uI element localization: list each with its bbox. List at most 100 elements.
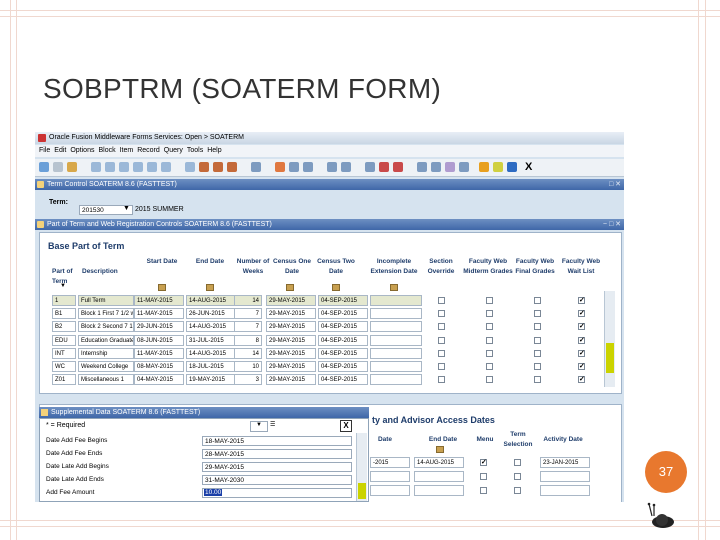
cell-incomplete[interactable]: [370, 295, 422, 306]
menu-tools[interactable]: Tools: [187, 147, 203, 154]
window-controls[interactable]: □ ✕: [609, 179, 621, 190]
checkbox-override[interactable]: [438, 297, 445, 304]
checkbox-wait[interactable]: [578, 376, 585, 384]
cell-incomplete[interactable]: [370, 321, 422, 333]
checkbox-override[interactable]: [438, 363, 445, 370]
cell-c1[interactable]: 29-MAY-2015: [266, 295, 316, 306]
help-icon[interactable]: [379, 162, 389, 172]
checkbox-wait[interactable]: [578, 349, 585, 357]
adv-start-date[interactable]: -2015: [370, 457, 410, 468]
supp-value-field[interactable]: 29-MAY-2015: [202, 462, 352, 472]
cell-desc[interactable]: Full Term: [78, 295, 134, 306]
menu-block[interactable]: Block: [98, 147, 115, 154]
checkbox-override[interactable]: [438, 310, 445, 318]
adv-empty-checkbox[interactable]: [480, 487, 487, 494]
close-icon[interactable]: X: [340, 420, 352, 432]
checkbox-mid[interactable]: [486, 363, 493, 370]
adv-empty-checkbox[interactable]: [514, 473, 521, 480]
adv-term-selection-checkbox[interactable]: [514, 459, 521, 466]
menu-item[interactable]: Item: [120, 147, 134, 154]
save-icon[interactable]: [39, 162, 49, 172]
adv-empty-cell[interactable]: [370, 485, 410, 496]
checkbox-wait[interactable]: [578, 336, 585, 344]
cell-desc[interactable]: Miscellaneous 1: [78, 374, 134, 386]
cell-start[interactable]: 11-MAY-2015: [134, 295, 184, 306]
dynamic-help-icon[interactable]: [417, 162, 427, 172]
info-circle-icon[interactable]: [507, 162, 517, 172]
cell-incomplete[interactable]: [370, 308, 422, 320]
cell-c1[interactable]: 29-MAY-2015: [266, 321, 316, 333]
cell-c2[interactable]: 04-SEP-2015: [318, 374, 368, 386]
insert-record-icon[interactable]: [91, 162, 101, 172]
clear-icon[interactable]: [227, 162, 237, 172]
checkbox-final[interactable]: [534, 363, 541, 370]
supplemental-scrollbar[interactable]: [356, 433, 367, 501]
export-icon[interactable]: [303, 162, 313, 172]
checkbox-mid[interactable]: [486, 336, 493, 344]
cell-end[interactable]: 31-JUL-2015: [186, 334, 236, 346]
grid-icon[interactable]: [199, 162, 209, 172]
cell-code[interactable]: INT: [52, 347, 76, 359]
checkbox-override[interactable]: [438, 336, 445, 344]
menu-options[interactable]: Options: [70, 147, 94, 154]
cell-code[interactable]: B2: [52, 321, 76, 333]
rollback-icon[interactable]: [53, 162, 63, 172]
cell-weeks[interactable]: 3: [234, 374, 262, 386]
checkbox-mid[interactable]: [486, 310, 493, 318]
checkbox-final[interactable]: [534, 323, 541, 331]
cell-start[interactable]: 08-JUN-2015: [134, 334, 184, 346]
rollup-icon[interactable]: [341, 162, 351, 172]
menu-query[interactable]: Query: [164, 147, 183, 154]
adv-menu-checkbox[interactable]: [480, 459, 487, 466]
window-controls[interactable]: − □ ✕: [603, 219, 621, 230]
previous-record-icon[interactable]: [119, 162, 129, 172]
cell-start[interactable]: 11-MAY-2015: [134, 347, 184, 359]
supp-value-field[interactable]: 18-MAY-2015: [202, 436, 352, 446]
cell-desc[interactable]: Block 1 First 7 1/2 w: [78, 308, 134, 320]
scrollbar-thumb[interactable]: [606, 343, 614, 373]
cell-c1[interactable]: 29-MAY-2015: [266, 334, 316, 346]
checkbox-mid[interactable]: [486, 349, 493, 357]
cell-end[interactable]: 26-JUN-2015: [186, 308, 236, 320]
cell-code[interactable]: Z01: [52, 374, 76, 386]
info-icon[interactable]: [431, 162, 441, 172]
cell-incomplete[interactable]: [370, 347, 422, 359]
folder-icon[interactable]: [459, 162, 469, 172]
cell-desc[interactable]: Education Graduate: [78, 334, 134, 346]
checkbox-override[interactable]: [438, 376, 445, 384]
remove-record-icon[interactable]: [105, 162, 115, 172]
checkbox-final[interactable]: [534, 336, 541, 344]
adv-empty-cell[interactable]: [370, 471, 410, 482]
cell-code[interactable]: EDU: [52, 334, 76, 346]
grid-query-icon[interactable]: [213, 162, 223, 172]
calendar-icon[interactable]: [390, 284, 398, 291]
list-icon[interactable]: ☰: [270, 421, 280, 430]
query-icon[interactable]: [185, 162, 195, 172]
exit-icon[interactable]: X: [525, 161, 532, 173]
checkbox-mid[interactable]: [486, 297, 493, 304]
adv-empty-checkbox[interactable]: [514, 487, 521, 494]
previous-block-icon[interactable]: [147, 162, 157, 172]
cell-c2[interactable]: 04-SEP-2015: [318, 295, 368, 306]
cell-c1[interactable]: 29-MAY-2015: [266, 374, 316, 386]
image-icon[interactable]: [445, 162, 455, 172]
calendar-icon[interactable]: [332, 284, 340, 291]
cell-end[interactable]: 14-AUG-2015: [186, 321, 236, 333]
supp-value-field[interactable]: 28-MAY-2015: [202, 449, 352, 459]
bookmark-icon[interactable]: [393, 162, 403, 172]
menu-help[interactable]: Help: [207, 147, 221, 154]
print-preview-icon[interactable]: [251, 162, 261, 172]
cell-c2[interactable]: 04-SEP-2015: [318, 361, 368, 372]
cell-weeks[interactable]: 7: [234, 308, 262, 320]
checkbox-mid[interactable]: [486, 376, 493, 384]
supp-value-field[interactable]: 31-MAY-2030: [202, 475, 352, 485]
sort-arrow-icon[interactable]: ▼: [60, 283, 66, 289]
cell-end[interactable]: 18-JUL-2015: [186, 361, 236, 372]
cell-weeks[interactable]: 14: [234, 347, 262, 359]
cell-c1[interactable]: 29-MAY-2015: [266, 308, 316, 320]
attach-icon[interactable]: [289, 162, 299, 172]
cell-desc[interactable]: Weekend College: [78, 361, 134, 372]
checkbox-wait[interactable]: [578, 363, 585, 370]
related-icon[interactable]: [365, 162, 375, 172]
cell-c2[interactable]: 04-SEP-2015: [318, 308, 368, 320]
